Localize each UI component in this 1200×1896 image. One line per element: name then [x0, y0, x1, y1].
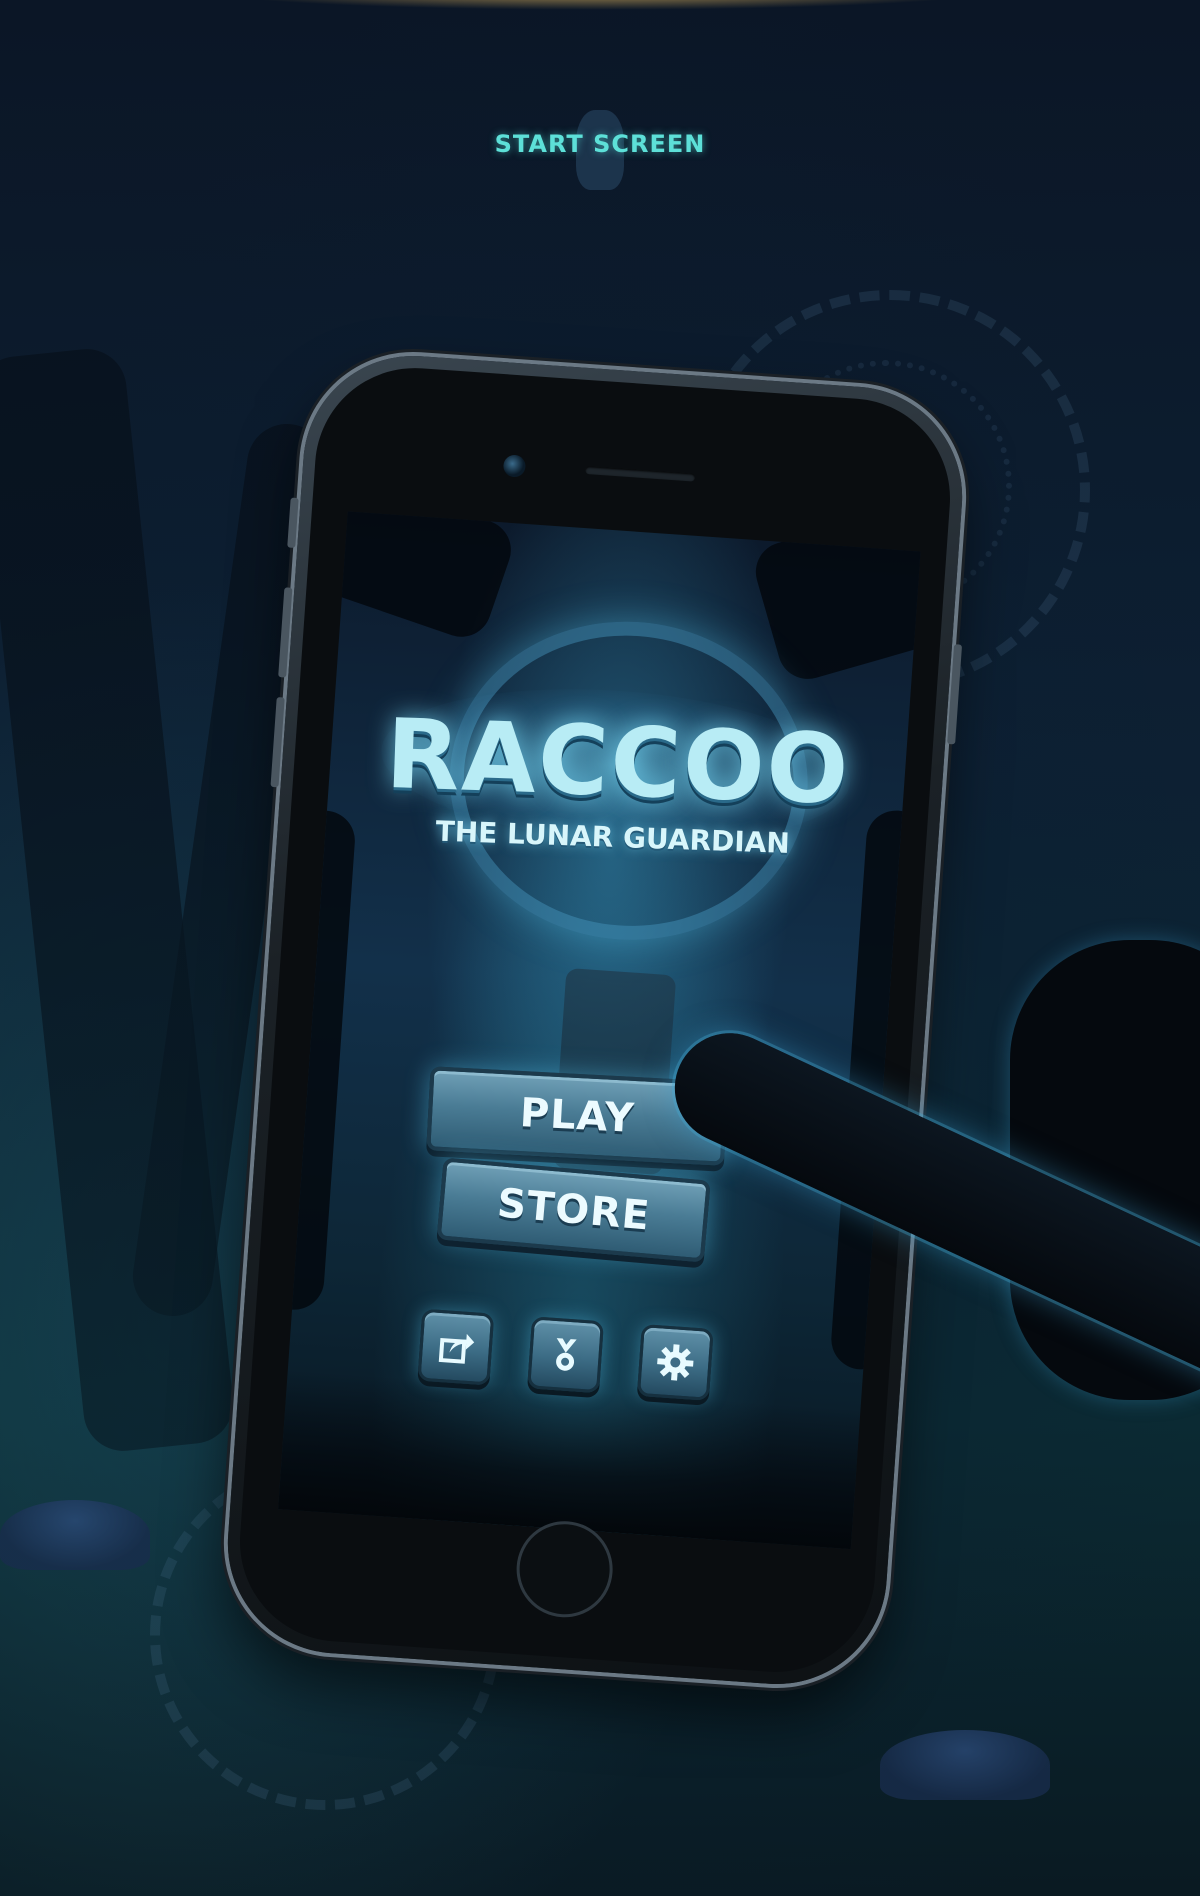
top-glow: [200, 0, 1000, 10]
start-screen-presentation: START SCREEN RACCOO THE LUNAR GUARDIAN P…: [0, 0, 1200, 1896]
settings-button[interactable]: [636, 1324, 714, 1401]
background-mushroom: [880, 1730, 1050, 1800]
medal-icon: [556, 1338, 577, 1371]
store-button[interactable]: STORE: [436, 1157, 711, 1263]
share-icon: [438, 1333, 475, 1364]
gear-icon: [657, 1344, 694, 1381]
achievements-button[interactable]: [527, 1316, 604, 1394]
front-camera-icon: [502, 454, 527, 478]
game-screen: RACCOO THE LUNAR GUARDIAN PLAY STORE: [278, 511, 921, 1550]
phone-front: RACCOO THE LUNAR GUARDIAN PLAY STORE: [233, 361, 957, 1679]
phone-speaker: [585, 465, 696, 482]
phone-side-button: [947, 644, 963, 745]
background-mushroom: [0, 1500, 150, 1570]
phone-mockup: RACCOO THE LUNAR GUARDIAN PLAY STORE: [220, 348, 970, 1692]
foreground-vine: [278, 808, 357, 1312]
page-title: START SCREEN: [494, 130, 706, 158]
home-button[interactable]: [513, 1517, 616, 1621]
header: START SCREEN: [0, 130, 1200, 158]
foreground-vine: [290, 511, 520, 645]
share-button[interactable]: [417, 1308, 495, 1386]
foreground-vine: [748, 511, 921, 687]
game-title: RACCOO: [384, 697, 853, 827]
